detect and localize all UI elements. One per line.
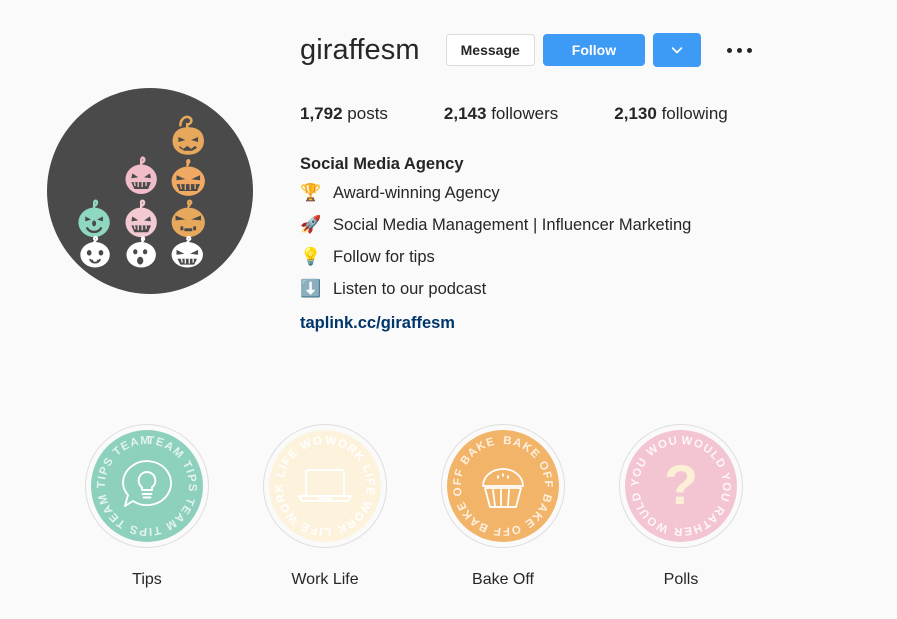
svg-text:BAKE OFF BAKE OFF BAKE OFF BAK: BAKE OFF BAKE OFF BAKE OFF BAKE OFF BAKE…	[447, 430, 554, 537]
highlight-tips[interactable]: TEAM TIPS TEAM TIPS TEAM TIPS TEAM TIPS …	[58, 424, 236, 590]
highlight-cover-work-life: WORK LIFE WORK LIFE WORK LIFE WORK LIFE …	[269, 430, 381, 542]
following-label: following	[661, 104, 728, 123]
svg-text:TEAM TIPS TEAM TIPS TEAM TIPS: TEAM TIPS TEAM TIPS TEAM TIPS TEAM TIPS …	[91, 430, 198, 537]
highlight-label-tips: Tips	[132, 571, 162, 588]
highlight-cover-bake-off: BAKE OFF BAKE OFF BAKE OFF BAKE OFF BAKE…	[447, 430, 559, 542]
more-dot	[746, 47, 752, 53]
highlight-polls[interactable]: WOULD YOU RATHER WOULD YOU WOULD YOU RAT…	[592, 424, 770, 590]
bio-line: 💡 Follow for tips	[300, 241, 877, 273]
trophy-icon: 🏆	[300, 183, 322, 202]
stat-posts[interactable]: 1,792 posts	[300, 103, 388, 125]
highlight-label-work-life: Work Life	[291, 571, 359, 588]
bio-line-text: Award-winning Agency	[333, 184, 500, 202]
bio-line: ⬇️ Listen to our podcast	[300, 273, 877, 305]
avatar-column	[0, 28, 300, 339]
pumpkin-collage-icon	[78, 115, 205, 268]
bio-link[interactable]: taplink.cc/giraffesm	[300, 307, 455, 339]
more-dot	[736, 47, 742, 53]
bio-line: 🏆 Award-winning Agency	[300, 177, 877, 209]
profile-bio: Social Media Agency 🏆 Award-winning Agen…	[300, 151, 877, 339]
highlight-ring: BAKE OFF BAKE OFF BAKE OFF BAKE OFF BAKE…	[441, 424, 565, 548]
highlight-ring-text: BAKE OFF BAKE OFF BAKE OFF BAKE OFF BAKE…	[447, 430, 553, 537]
down-arrow-icon: ⬇️	[300, 279, 322, 298]
svg-text:WORK LIFE WORK LIFE WORK LIFE: WORK LIFE WORK LIFE WORK LIFE WORK LIFE …	[269, 430, 376, 537]
rocket-icon: 🚀	[300, 215, 322, 234]
profile-stats: 1,792 posts 2,143 followers 2,130 follow…	[300, 103, 877, 125]
stat-followers[interactable]: 2,143 followers	[444, 103, 558, 125]
more-dot	[726, 47, 732, 53]
posts-label: posts	[347, 104, 388, 123]
chevron-down-icon	[671, 47, 683, 54]
highlight-work-life[interactable]: WORK LIFE WORK LIFE WORK LIFE WORK LIFE …	[236, 424, 414, 590]
story-highlights: TEAM TIPS TEAM TIPS TEAM TIPS TEAM TIPS …	[0, 424, 770, 590]
highlight-ring-text: WORK LIFE WORK LIFE WORK LIFE WORK LIFE …	[269, 430, 375, 537]
cupcake-icon	[482, 468, 524, 508]
highlight-ring-text: TEAM TIPS TEAM TIPS TEAM TIPS TEAM TIPS …	[91, 430, 197, 537]
followers-label: followers	[491, 104, 559, 123]
username-row: giraffesm Message Follow	[300, 28, 877, 72]
highlight-ring: WORK LIFE WORK LIFE WORK LIFE WORK LIFE …	[263, 424, 387, 548]
question-mark-icon: ?	[664, 453, 698, 516]
bio-line-text: Listen to our podcast	[333, 280, 487, 298]
message-button[interactable]: Message	[445, 34, 535, 66]
bio-line: 🚀 Social Media Management | Influencer M…	[300, 209, 877, 241]
profile-info-column: giraffesm Message Follow 1,792 posts 2,1…	[300, 28, 897, 339]
avatar[interactable]	[47, 88, 253, 294]
more-options-button[interactable]	[719, 34, 759, 66]
bio-line-text: Follow for tips	[333, 248, 435, 266]
page-title: giraffesm	[300, 34, 420, 66]
highlight-label-polls: Polls	[663, 571, 699, 588]
laptop-icon	[298, 469, 352, 502]
bio-title: Social Media Agency	[300, 155, 464, 173]
lightbulb-icon: 💡	[300, 247, 322, 266]
highlight-cover-polls: WOULD YOU RATHER WOULD YOU WOULD YOU RAT…	[625, 430, 737, 542]
follow-dropdown-button[interactable]	[653, 33, 702, 67]
followers-count: 2,143	[443, 104, 487, 123]
highlight-label-bake-off: Bake Off	[472, 571, 534, 588]
highlight-bake-off[interactable]: BAKE OFF BAKE OFF BAKE OFF BAKE OFF BAKE…	[414, 424, 592, 590]
highlight-ring: WOULD YOU RATHER WOULD YOU WOULD YOU RAT…	[619, 424, 743, 548]
bio-line-text: Social Media Management | Influencer Mar…	[333, 216, 692, 234]
lightbulb-speech-bubble-icon	[122, 460, 172, 507]
profile-header: giraffesm Message Follow 1,792 posts 2,1…	[0, 0, 897, 339]
highlight-cover-tips: TEAM TIPS TEAM TIPS TEAM TIPS TEAM TIPS …	[91, 430, 203, 542]
stat-following[interactable]: 2,130 following	[614, 103, 727, 125]
posts-count: 1,792	[300, 104, 343, 123]
follow-button[interactable]: Follow	[542, 34, 646, 66]
following-count: 2,130	[614, 104, 657, 123]
highlight-ring: TEAM TIPS TEAM TIPS TEAM TIPS TEAM TIPS …	[85, 424, 209, 548]
